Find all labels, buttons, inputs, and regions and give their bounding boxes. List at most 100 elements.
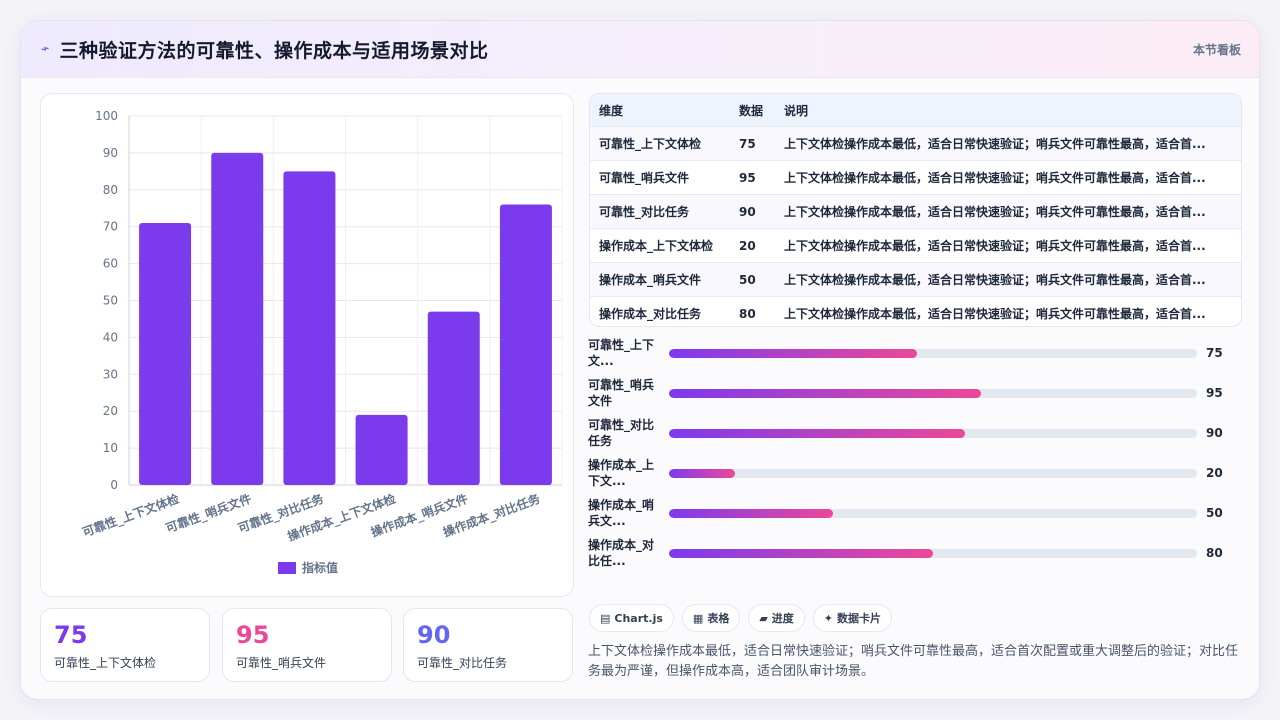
progress-row: 可靠性_上下文... 75: [588, 337, 1248, 377]
data-table: 维度 数据 说明 可靠性_上下文体检 75 上下文体检操作成本最低，适合日常快速…: [590, 94, 1241, 326]
chip-icon: ▰: [759, 611, 768, 625]
cell-dimension: 可靠性_哨兵文件: [590, 160, 730, 195]
stat-value: 95: [236, 621, 270, 649]
y-tick-label: 10: [103, 441, 118, 455]
summary-text: 上下文体检操作成本最低，适合日常快速验证；哨兵文件可靠性最高，适合首次配置或重大…: [588, 644, 1239, 679]
cell-value: 20: [730, 228, 775, 263]
progress-label: 可靠性_对比任务: [588, 418, 655, 448]
y-tick-label: 60: [103, 257, 118, 271]
progress-label: 可靠性_上下文...: [588, 338, 655, 368]
progress-fill: [669, 349, 918, 358]
cell-dimension: 可靠性_上下文体检: [590, 126, 730, 161]
stat-card-3: 90 可靠性_对比任务: [403, 608, 573, 682]
progress-track: [669, 549, 1197, 558]
chip-label: 表格: [707, 612, 730, 625]
stat-value: 90: [417, 621, 451, 649]
y-tick-label: 0: [110, 478, 118, 492]
cell-value: 50: [730, 262, 775, 297]
tag-chip[interactable]: ✦ 数据卡片: [812, 604, 893, 632]
progress-label: 操作成本_上下文...: [588, 458, 655, 488]
chip-label: 进度: [771, 612, 794, 625]
column-header: 数据: [730, 94, 775, 127]
progress-track: [669, 429, 1197, 438]
y-tick-label: 40: [103, 330, 118, 344]
y-tick-label: 70: [103, 220, 118, 234]
stat-label: 可靠性_对比任务: [417, 656, 508, 670]
bar: [499, 204, 552, 485]
column-header: 维度: [590, 94, 730, 127]
data-table-card: 维度 数据 说明 可靠性_上下文体检 75 上下文体检操作成本最低，适合日常快速…: [589, 93, 1242, 327]
stat-label: 可靠性_上下文体检: [54, 656, 157, 670]
progress-value: 50: [1206, 506, 1223, 520]
bar: [139, 223, 192, 485]
chip-icon: ▤: [600, 611, 611, 625]
page-title: 三种验证方法的可靠性、操作成本与适用场景对比: [59, 39, 489, 62]
progress-row: 操作成本_哨兵文... 50: [588, 497, 1248, 537]
cell-dimension: 操作成本_上下文体检: [590, 228, 730, 263]
bar: [283, 171, 336, 485]
cell-description: 上下文体检操作成本最低，适合日常快速验证；哨兵文件可靠性最高，适合首...: [775, 126, 1241, 161]
table-row: 可靠性_上下文体检 75 上下文体检操作成本最低，适合日常快速验证；哨兵文件可靠…: [590, 126, 1241, 161]
chip-icon: ▦: [692, 611, 704, 625]
table-row: 操作成本_对比任务 80 上下文体检操作成本最低，适合日常快速验证；哨兵文件可靠…: [590, 296, 1241, 326]
progress-track: [669, 469, 1197, 478]
progress-row: 操作成本_上下文... 20: [588, 457, 1248, 497]
tag-chip[interactable]: ▤ Chart.js: [589, 604, 674, 632]
stat-value: 75: [54, 621, 88, 649]
table-row: 操作成本_哨兵文件 50 上下文体检操作成本最低，适合日常快速验证；哨兵文件可靠…: [590, 262, 1241, 297]
progress-track: [669, 389, 1197, 398]
bar: [355, 414, 408, 485]
table-row: 操作成本_上下文体检 20 上下文体检操作成本最低，适合日常快速验证；哨兵文件可…: [590, 228, 1241, 263]
y-tick-label: 100: [95, 109, 118, 123]
progress-value: 95: [1206, 386, 1223, 400]
header: ⌁ 三种验证方法的可靠性、操作成本与适用场景对比 本节看板: [21, 21, 1259, 78]
cell-dimension: 操作成本_哨兵文件: [590, 262, 730, 297]
dashboard-frame: ⌁ 三种验证方法的可靠性、操作成本与适用场景对比 本节看板 0 10 20 30 40 5…: [20, 20, 1260, 700]
cell-description: 上下文体检操作成本最低，适合日常快速验证；哨兵文件可靠性最高，适合首...: [775, 160, 1241, 195]
progress-track: [669, 509, 1197, 518]
cell-description: 上下文体检操作成本最低，适合日常快速验证；哨兵文件可靠性最高，适合首...: [775, 262, 1241, 297]
title-wrap: ⌁ 三种验证方法的可靠性、操作成本与适用场景对比: [38, 36, 489, 63]
table-row: 可靠性_哨兵文件 95 上下文体检操作成本最低，适合日常快速验证；哨兵文件可靠性…: [590, 160, 1241, 195]
table-header-row: 维度 数据 说明: [590, 94, 1241, 127]
progress-list: 可靠性_上下文... 75 可靠性_哨兵文件 95 可靠性_对比任务 90 操作成本_…: [588, 337, 1248, 577]
tag-chips: ▤ Chart.js ▦ 表格 ▰ 进度 ✦ 数据卡片: [589, 604, 893, 632]
chip-icon: ✦: [823, 611, 834, 625]
lightning-icon: ⌁: [38, 40, 52, 58]
bar-chart: 0102030405060708090100可靠性_上下文体检可靠性_哨兵文件可…: [80, 109, 563, 575]
cell-dimension: 可靠性_对比任务: [590, 194, 730, 229]
progress-label: 操作成本_对比任...: [588, 538, 655, 568]
chip-label: Chart.js: [614, 611, 663, 625]
bar-chart-card: 0 10 20 30 40 50 60 70 80 90 100 可靠性_上下文体检 可靠性_哨兵文件可…: [40, 93, 574, 597]
progress-label: 操作成本_哨兵文...: [588, 498, 655, 528]
bar: [211, 152, 264, 485]
column-header: 说明: [775, 94, 1241, 127]
bar: [427, 311, 480, 485]
stat-card-2: 95 可靠性_哨兵文件: [222, 608, 392, 682]
y-tick-label: 20: [103, 404, 118, 418]
y-tick-label: 50: [103, 294, 118, 308]
tag-chip[interactable]: ▰ 进度: [748, 604, 805, 632]
y-tick-label: 30: [103, 367, 118, 381]
stat-label: 可靠性_哨兵文件: [236, 656, 327, 670]
progress-row: 可靠性_对比任务 90: [588, 417, 1248, 457]
cell-description: 上下文体检操作成本最低，适合日常快速验证；哨兵文件可靠性最高，适合首...: [775, 296, 1241, 326]
progress-row: 操作成本_对比任... 80: [588, 537, 1248, 577]
cell-value: 95: [730, 160, 775, 195]
x-tick-label: 可靠性_上下文体检: [80, 491, 181, 541]
progress-fill: [669, 389, 981, 398]
progress-value: 75: [1206, 346, 1223, 360]
progress-fill: [669, 549, 933, 558]
progress-label: 可靠性_哨兵文件: [588, 378, 655, 408]
tag-chip[interactable]: ▦ 表格: [681, 604, 741, 632]
cell-description: 上下文体检操作成本最低，适合日常快速验证；哨兵文件可靠性最高，适合首...: [775, 194, 1241, 229]
legend-label: 指标值: [302, 560, 338, 575]
cell-description: 上下文体检操作成本最低，适合日常快速验证；哨兵文件可靠性最高，适合首...: [775, 228, 1241, 263]
progress-value: 80: [1206, 546, 1223, 560]
progress-fill: [669, 509, 833, 518]
progress-value: 20: [1206, 466, 1223, 480]
progress-fill: [669, 469, 735, 478]
y-tick-label: 90: [103, 146, 118, 160]
cell-value: 75: [730, 126, 775, 161]
y-tick-label: 80: [103, 183, 118, 197]
